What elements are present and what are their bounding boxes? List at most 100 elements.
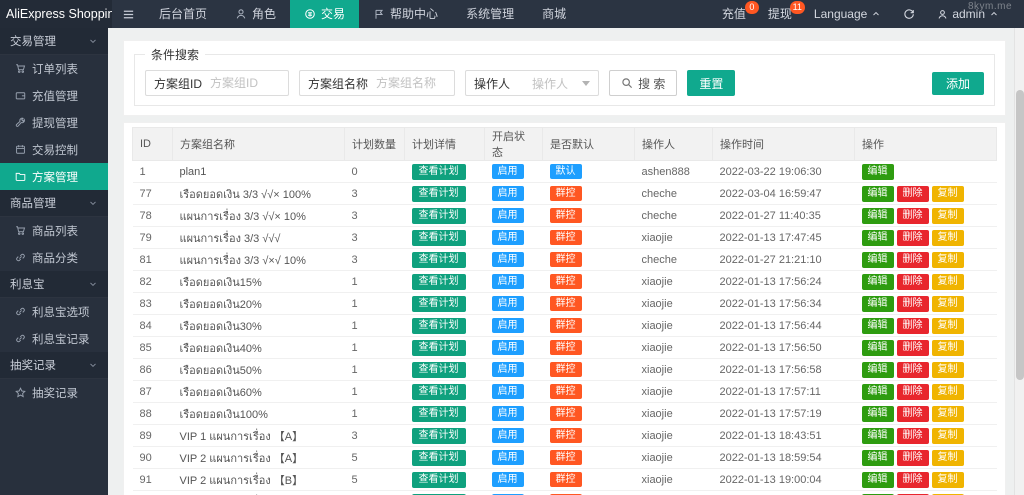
edit-button[interactable]: 编辑	[862, 296, 894, 312]
default-badge[interactable]: 群控	[550, 428, 582, 443]
view-plan-button[interactable]: 查看计划	[412, 428, 466, 444]
status-badge[interactable]: 启用	[492, 230, 524, 245]
default-badge[interactable]: 群控	[550, 384, 582, 399]
sidebar-item-8[interactable]: 商品分类	[0, 244, 108, 271]
default-badge[interactable]: 群控	[550, 450, 582, 465]
add-button[interactable]: 添加	[932, 72, 984, 95]
copy-button[interactable]: 复制	[932, 208, 964, 224]
edit-button[interactable]: 编辑	[862, 428, 894, 444]
status-badge[interactable]: 启用	[492, 164, 524, 179]
delete-button[interactable]: 删除	[897, 340, 929, 356]
view-plan-button[interactable]: 查看计划	[412, 362, 466, 378]
copy-button[interactable]: 复制	[932, 230, 964, 246]
status-badge[interactable]: 启用	[492, 472, 524, 487]
status-badge[interactable]: 启用	[492, 362, 524, 377]
default-badge[interactable]: 群控	[550, 252, 582, 267]
status-badge[interactable]: 启用	[492, 384, 524, 399]
sidebar-item-5[interactable]: 方案管理	[0, 163, 108, 190]
status-badge[interactable]: 启用	[492, 296, 524, 311]
delete-button[interactable]: 删除	[897, 186, 929, 202]
default-badge[interactable]: 群控	[550, 296, 582, 311]
copy-button[interactable]: 复制	[932, 274, 964, 290]
edit-button[interactable]: 编辑	[862, 208, 894, 224]
scrollbar-thumb[interactable]	[1016, 90, 1024, 380]
default-badge[interactable]: 群控	[550, 274, 582, 289]
default-badge[interactable]: 群控	[550, 186, 582, 201]
sidebar-section-6[interactable]: 商品管理	[0, 190, 108, 217]
copy-button[interactable]: 复制	[932, 428, 964, 444]
default-badge[interactable]: 群控	[550, 340, 582, 355]
copy-button[interactable]: 复制	[932, 362, 964, 378]
status-badge[interactable]: 启用	[492, 340, 524, 355]
sidebar-item-4[interactable]: 交易控制	[0, 136, 108, 163]
nav-item-0[interactable]: 后台首页	[145, 0, 221, 28]
default-badge[interactable]: 群控	[550, 406, 582, 421]
edit-button[interactable]: 编辑	[862, 472, 894, 488]
delete-button[interactable]: 删除	[897, 318, 929, 334]
withdraw-link[interactable]: 提现 11	[757, 0, 803, 28]
default-badge[interactable]: 群控	[550, 472, 582, 487]
status-badge[interactable]: 启用	[492, 186, 524, 201]
delete-button[interactable]: 删除	[897, 230, 929, 246]
view-plan-button[interactable]: 查看计划	[412, 318, 466, 334]
sidebar-item-2[interactable]: 充值管理	[0, 82, 108, 109]
status-badge[interactable]: 启用	[492, 450, 524, 465]
edit-button[interactable]: 编辑	[862, 340, 894, 356]
operator-select[interactable]: 操作人 操作人	[465, 70, 599, 96]
status-badge[interactable]: 启用	[492, 252, 524, 267]
edit-button[interactable]: 编辑	[862, 186, 894, 202]
view-plan-button[interactable]: 查看计划	[412, 450, 466, 466]
view-plan-button[interactable]: 查看计划	[412, 340, 466, 356]
sidebar-section-9[interactable]: 利息宝	[0, 271, 108, 298]
edit-button[interactable]: 编辑	[862, 384, 894, 400]
nav-item-1[interactable]: 角色	[221, 0, 290, 28]
plan-group-name-input[interactable]	[376, 72, 454, 94]
status-badge[interactable]: 启用	[492, 406, 524, 421]
copy-button[interactable]: 复制	[932, 450, 964, 466]
default-badge[interactable]: 群控	[550, 230, 582, 245]
sidebar-item-1[interactable]: 订单列表	[0, 55, 108, 82]
language-dropdown[interactable]: Language	[803, 0, 892, 28]
edit-button[interactable]: 编辑	[862, 230, 894, 246]
copy-button[interactable]: 复制	[932, 472, 964, 488]
edit-button[interactable]: 编辑	[862, 164, 894, 180]
edit-button[interactable]: 编辑	[862, 274, 894, 290]
copy-button[interactable]: 复制	[932, 296, 964, 312]
copy-button[interactable]: 复制	[932, 186, 964, 202]
edit-button[interactable]: 编辑	[862, 450, 894, 466]
hamburger-icon[interactable]	[112, 0, 145, 28]
nav-item-5[interactable]: 商城	[528, 0, 580, 28]
copy-button[interactable]: 复制	[932, 318, 964, 334]
nav-item-3[interactable]: 帮助中心	[359, 0, 452, 28]
copy-button[interactable]: 复制	[932, 406, 964, 422]
view-plan-button[interactable]: 查看计划	[412, 252, 466, 268]
delete-button[interactable]: 删除	[897, 384, 929, 400]
delete-button[interactable]: 删除	[897, 252, 929, 268]
sidebar-item-3[interactable]: 提现管理	[0, 109, 108, 136]
sidebar-item-13[interactable]: 抽奖记录	[0, 379, 108, 406]
edit-button[interactable]: 编辑	[862, 318, 894, 334]
view-plan-button[interactable]: 查看计划	[412, 230, 466, 246]
view-plan-button[interactable]: 查看计划	[412, 274, 466, 290]
default-badge[interactable]: 默认	[550, 164, 582, 179]
reset-button[interactable]: 重置	[687, 70, 735, 96]
vertical-scrollbar[interactable]	[1014, 28, 1024, 495]
view-plan-button[interactable]: 查看计划	[412, 384, 466, 400]
copy-button[interactable]: 复制	[932, 252, 964, 268]
delete-button[interactable]: 删除	[897, 472, 929, 488]
view-plan-button[interactable]: 查看计划	[412, 164, 466, 180]
sidebar-section-0[interactable]: 交易管理	[0, 28, 108, 55]
sidebar-section-12[interactable]: 抽奖记录	[0, 352, 108, 379]
nav-item-2[interactable]: 交易	[290, 0, 359, 28]
delete-button[interactable]: 删除	[897, 362, 929, 378]
view-plan-button[interactable]: 查看计划	[412, 296, 466, 312]
edit-button[interactable]: 编辑	[862, 406, 894, 422]
refresh-button[interactable]	[892, 8, 926, 20]
view-plan-button[interactable]: 查看计划	[412, 208, 466, 224]
status-badge[interactable]: 启用	[492, 428, 524, 443]
recharge-link[interactable]: 充值 0	[711, 0, 757, 28]
sidebar-item-11[interactable]: 利息宝记录	[0, 325, 108, 352]
status-badge[interactable]: 启用	[492, 208, 524, 223]
nav-item-4[interactable]: 系统管理	[452, 0, 528, 28]
edit-button[interactable]: 编辑	[862, 362, 894, 378]
